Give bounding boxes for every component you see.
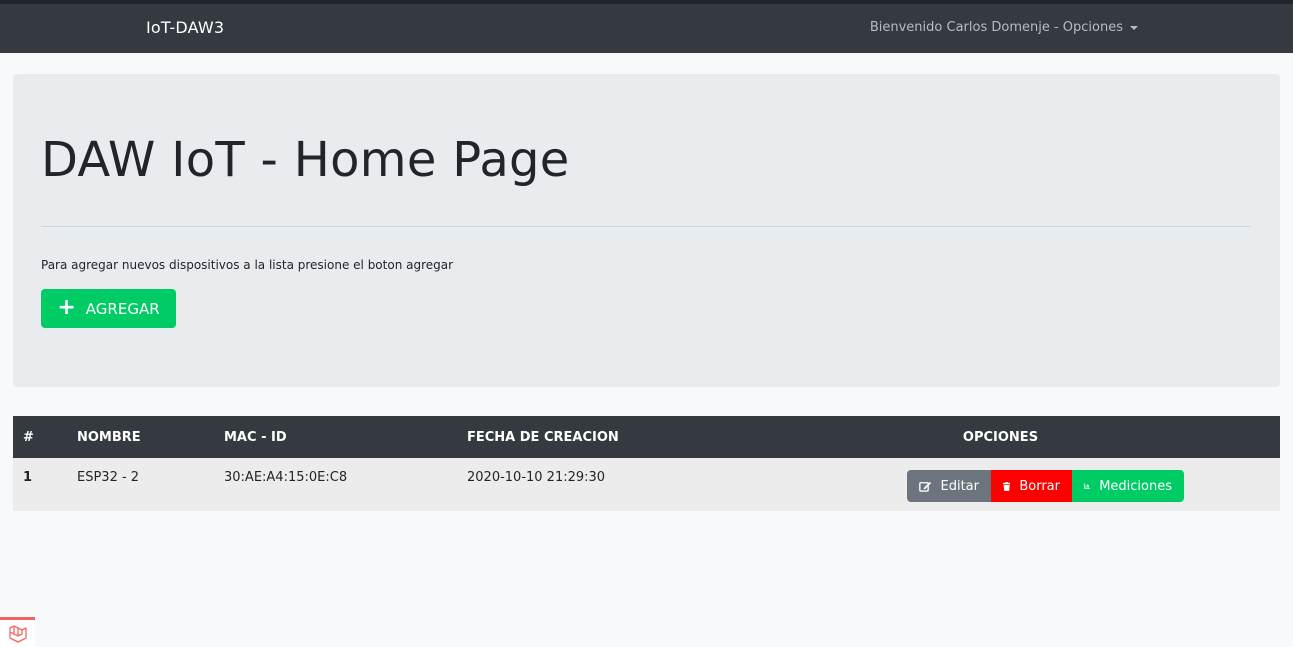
laravel-icon [8, 624, 27, 643]
row-nombre: ESP32 - 2 [77, 470, 140, 485]
header-nombre: NOMBRE [77, 429, 141, 445]
top-navbar: IoT-DAW3 Bienvenido Carlos Domenje - Opc… [0, 0, 1293, 53]
page-title: DAW IoT - Home Page [41, 132, 570, 188]
row-options: Editar Borrar Mediciones [721, 458, 1280, 511]
header-opciones: OPCIONES [962, 429, 1039, 445]
plus-icon: + [57, 294, 76, 320]
row-mac: 30:AE:A4:15:0E:C8 [224, 470, 348, 485]
navbar-brand[interactable]: IoT-DAW3 [146, 18, 224, 37]
row-num: 1 [23, 470, 33, 485]
edit-button[interactable]: Editar [907, 470, 991, 502]
divider [41, 226, 1251, 227]
table-header-row: # NOMBRE MAC - ID FECHA DE CREACION OPCI… [13, 416, 1280, 458]
delete-button[interactable]: Borrar [991, 470, 1072, 502]
header-mac: MAC - ID [224, 429, 287, 445]
header-fecha: FECHA DE CREACION [467, 429, 619, 445]
add-button-label: AGREGAR [85, 299, 160, 318]
edit-icon [919, 481, 932, 492]
add-device-button[interactable]: + AGREGAR [41, 289, 176, 328]
caret-down-icon [1130, 26, 1138, 30]
header-num: # [23, 429, 34, 445]
delete-button-label: Borrar [1019, 478, 1060, 494]
page-description: Para agregar nuevos dispositivos a la li… [41, 258, 454, 272]
options-button-group: Editar Borrar Mediciones [907, 470, 1184, 502]
measurements-button[interactable]: Mediciones [1072, 470, 1184, 502]
user-menu-label: Bienvenido Carlos Domenje - Opciones [869, 20, 1123, 35]
table-row: 1 ESP32 - 2 30:AE:A4:15:0E:C8 2020-10-10… [13, 458, 1280, 511]
laravel-debug-badge[interactable] [0, 617, 35, 647]
bar-chart-icon [1084, 483, 1091, 489]
user-menu-dropdown[interactable]: Bienvenido Carlos Domenje - Opciones [870, 20, 1138, 35]
row-fecha: 2020-10-10 21:29:30 [467, 470, 606, 485]
jumbotron: DAW IoT - Home Page Para agregar nuevos … [13, 74, 1280, 387]
edit-button-label: Editar [940, 478, 980, 494]
trash-icon [1003, 481, 1011, 491]
devices-table: # NOMBRE MAC - ID FECHA DE CREACION OPCI… [13, 416, 1280, 511]
measurements-button-label: Mediciones [1099, 478, 1172, 494]
